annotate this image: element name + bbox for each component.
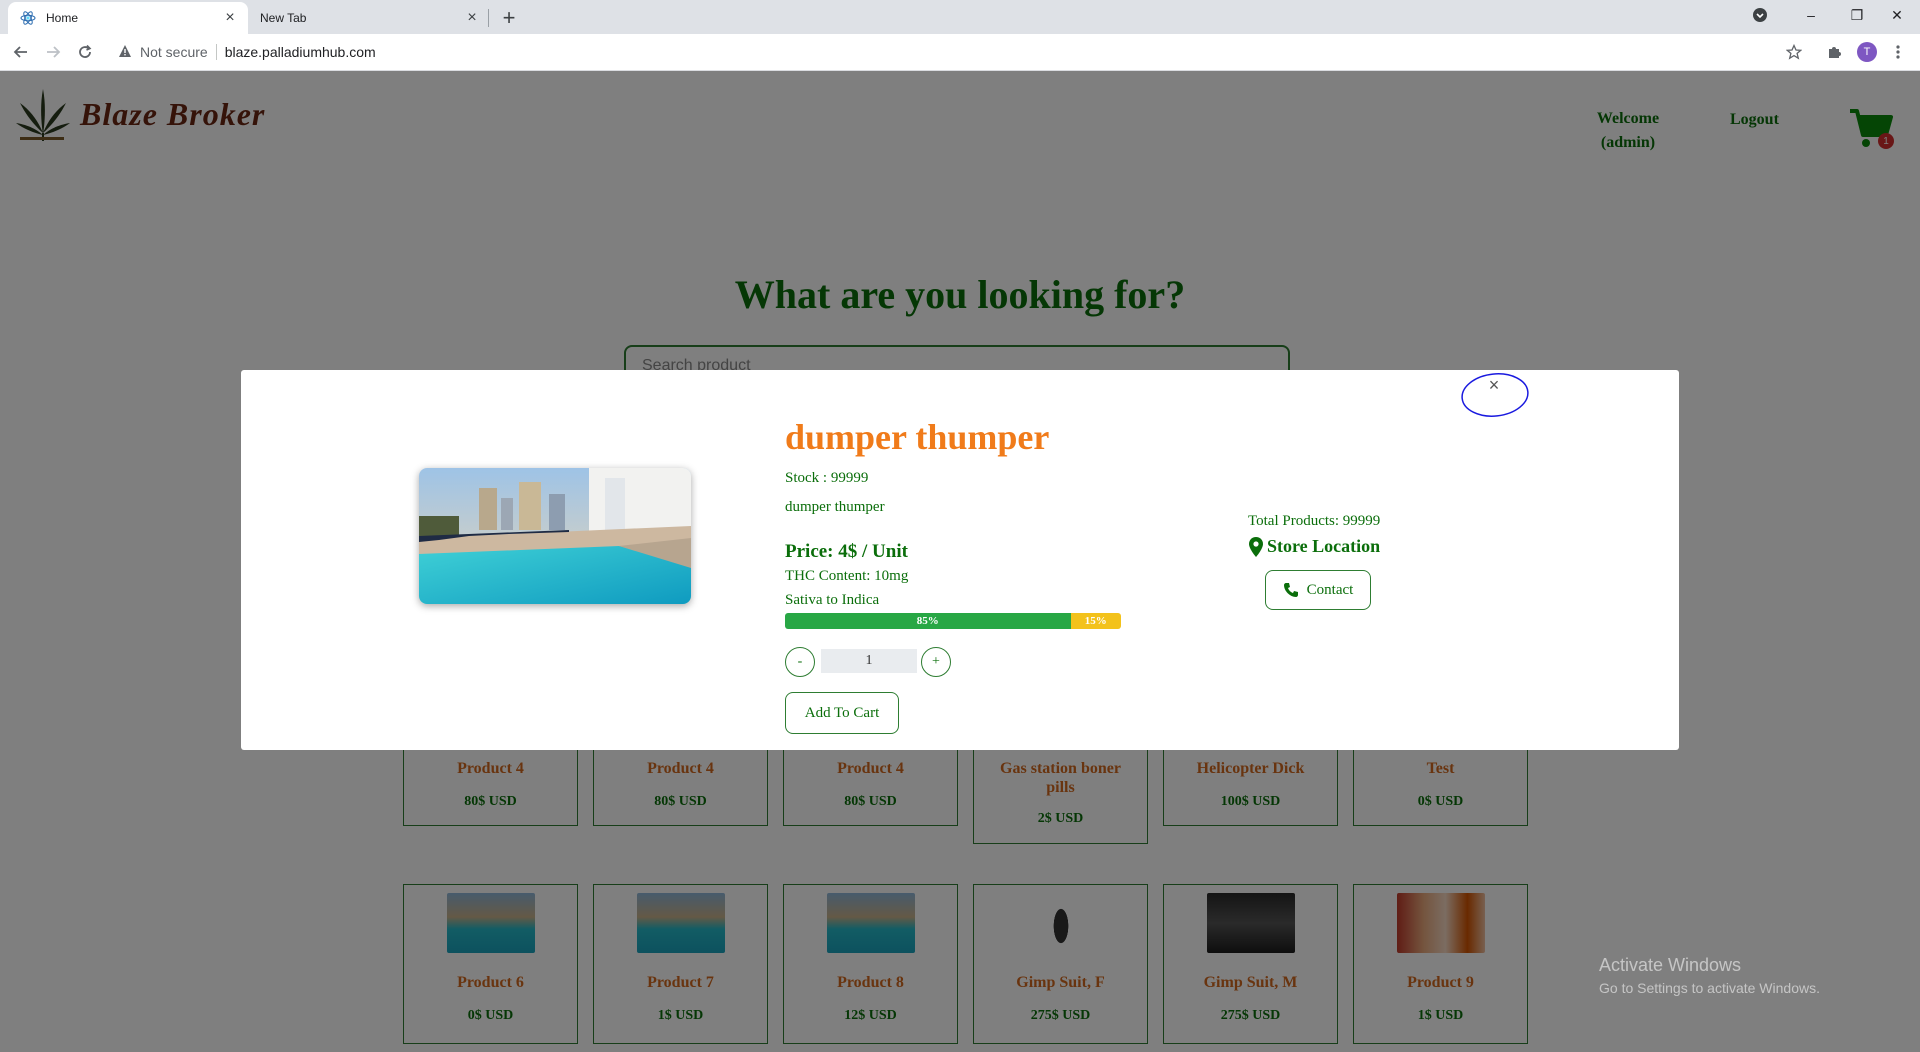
total-products: Total Products: 99999: [1248, 513, 1381, 529]
profile-avatar[interactable]: T: [1857, 42, 1877, 62]
strain-progress-bar: 85% 15%: [785, 613, 1121, 629]
phone-icon: [1283, 583, 1298, 597]
tab-new-tab[interactable]: New Tab ×: [250, 2, 490, 34]
extensions-puzzle-icon[interactable]: [1822, 40, 1846, 64]
browser-tab-bar: Home × New Tab × + – ❐ ✕: [0, 0, 1920, 34]
warning-icon: [118, 44, 132, 61]
tab-label: New Tab: [260, 11, 307, 25]
tab-search-icon[interactable]: [1744, 0, 1776, 30]
address-bar[interactable]: Not secure blaze.palladiumhub.com: [108, 38, 1798, 66]
product-description: dumper thumper: [785, 499, 885, 515]
watermark-subtitle: Go to Settings to activate Windows.: [1599, 980, 1820, 996]
browser-menu-icon[interactable]: [1886, 40, 1910, 64]
quantity-input[interactable]: [821, 649, 917, 673]
indica-segment: 15%: [1070, 613, 1121, 629]
react-favicon-icon: [20, 10, 36, 26]
windows-activation-watermark: Activate Windows Go to Settings to activ…: [1599, 955, 1820, 996]
security-label: Not secure: [140, 44, 208, 60]
add-to-cart-button[interactable]: Add To Cart: [785, 692, 899, 734]
strain-label: Sativa to Indica: [785, 592, 880, 608]
reload-icon[interactable]: [73, 40, 97, 64]
omnibox-divider: [215, 44, 217, 60]
tab-close-icon[interactable]: ×: [218, 6, 242, 30]
product-price: Price: 4$ / Unit: [785, 541, 908, 562]
url-text[interactable]: blaze.palladiumhub.com: [225, 44, 376, 60]
store-location-label: Store Location: [1267, 536, 1381, 556]
product-detail-modal: × dumper thumper Stock : 99999 dumper th…: [241, 370, 1679, 750]
forward-arrow-icon[interactable]: [41, 40, 65, 64]
browser-toolbar: Not secure blaze.palladiumhub.com T: [0, 34, 1920, 71]
bookmark-star-icon[interactable]: [1782, 40, 1806, 64]
thc-content: THC Content: 10mg: [785, 568, 909, 584]
contact-button[interactable]: Contact: [1265, 570, 1371, 610]
product-title: dumper thumper: [785, 417, 1050, 457]
tab-label: Home: [46, 11, 79, 25]
product-image: [419, 468, 691, 604]
tab-close-icon[interactable]: ×: [460, 6, 484, 30]
quantity-decrement-button[interactable]: -: [785, 647, 815, 677]
map-pin-icon: [1249, 536, 1263, 557]
annotation-circle: [1461, 373, 1529, 417]
tab-separator: [488, 9, 489, 27]
minimize-button[interactable]: –: [1788, 0, 1834, 30]
back-arrow-icon[interactable]: [9, 40, 33, 64]
watermark-title: Activate Windows: [1599, 955, 1742, 975]
quantity-increment-button[interactable]: +: [921, 647, 951, 677]
new-tab-button[interactable]: +: [496, 5, 522, 31]
product-stock: Stock : 99999: [785, 470, 869, 486]
window-close-button[interactable]: ✕: [1874, 0, 1920, 30]
sativa-segment: 85%: [785, 613, 1071, 629]
tab-home[interactable]: Home ×: [8, 2, 248, 34]
store-location-link[interactable]: Store Location: [1249, 536, 1380, 557]
contact-label: Contact: [1306, 581, 1354, 598]
